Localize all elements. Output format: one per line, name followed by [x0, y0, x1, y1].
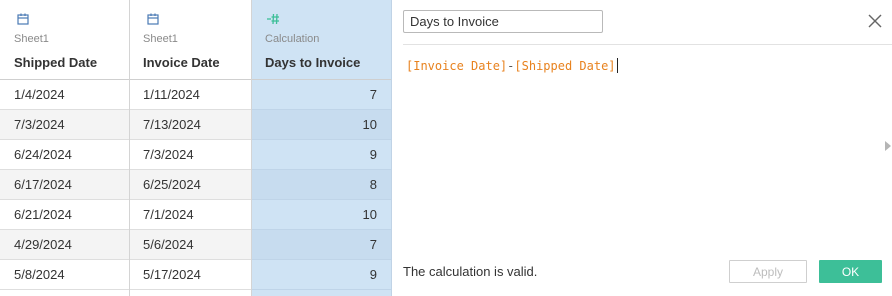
table-cell[interactable]: 7/3/2024: [130, 140, 251, 170]
column-header-invoice-date[interactable]: Sheet1 Invoice Date: [130, 0, 251, 80]
column-field-name: Invoice Date: [143, 55, 220, 70]
table-cell[interactable]: 6/25/2024: [130, 170, 251, 200]
table-cell[interactable]: 5/8/2024: [0, 260, 129, 290]
table-cell[interactable]: 1/4/2024: [0, 80, 129, 110]
table-cell[interactable]: 6/17/2024: [0, 170, 129, 200]
expand-arrow-icon[interactable]: [885, 141, 891, 151]
table-cell[interactable]: 1/11/2024: [130, 80, 251, 110]
column-days-to-invoice[interactable]: Calculation Days to Invoice 7 10 9 8 10 …: [252, 0, 392, 296]
table-cell[interactable]: 7/1/2024: [130, 200, 251, 230]
table-cell[interactable]: 9: [252, 260, 391, 290]
column-invoice-date[interactable]: Sheet1 Invoice Date 1/11/2024 7/13/2024 …: [130, 0, 252, 296]
editor-divider: [403, 44, 892, 45]
table-cell[interactable]: 7/13/2024: [130, 110, 251, 140]
column-source-label: Sheet1: [143, 33, 178, 45]
calendar-icon: [17, 13, 29, 25]
table-cell[interactable]: 7: [252, 230, 391, 260]
formula-field-reference: [Invoice Date]: [406, 59, 508, 73]
table-cell[interactable]: 10: [252, 200, 391, 230]
calendar-icon: [147, 13, 159, 25]
close-icon[interactable]: [866, 12, 884, 30]
formula-editor[interactable]: [Invoice Date]-[Shipped Date]: [406, 58, 618, 73]
table-cell[interactable]: 9: [252, 140, 391, 170]
calculated-field-icon: [267, 13, 279, 25]
data-grid: Sheet1 Shipped Date 1/4/2024 7/3/2024 6/…: [0, 0, 392, 296]
table-cell[interactable]: 8: [252, 170, 391, 200]
table-cell[interactable]: 4/29/2024: [0, 230, 129, 260]
apply-button[interactable]: Apply: [729, 260, 807, 283]
column-field-name: Shipped Date: [14, 55, 98, 70]
calculation-name-input[interactable]: [403, 10, 603, 33]
column-header-shipped-date[interactable]: Sheet1 Shipped Date: [0, 0, 129, 80]
text-caret: [616, 58, 618, 73]
validation-status: The calculation is valid.: [403, 264, 538, 279]
table-cell[interactable]: 7: [252, 80, 391, 110]
column-shipped-date[interactable]: Sheet1 Shipped Date 1/4/2024 7/3/2024 6/…: [0, 0, 130, 296]
column-source-label: Calculation: [265, 33, 320, 45]
table-cell[interactable]: 7/3/2024: [0, 110, 129, 140]
column-field-name: Days to Invoice: [265, 55, 361, 70]
column-header-days-to-invoice[interactable]: Calculation Days to Invoice: [252, 0, 391, 80]
calculation-editor: [Invoice Date]-[Shipped Date] The calcul…: [392, 0, 892, 296]
table-cell[interactable]: 6/24/2024: [0, 140, 129, 170]
column-source-label: Sheet1: [14, 33, 49, 45]
table-cell[interactable]: 5/6/2024: [130, 230, 251, 260]
table-cell[interactable]: 6/21/2024: [0, 200, 129, 230]
table-cell[interactable]: 10: [252, 110, 391, 140]
ok-button[interactable]: OK: [819, 260, 882, 283]
formula-field-reference: [Shipped Date]: [514, 59, 616, 73]
table-cell[interactable]: 5/17/2024: [130, 260, 251, 290]
